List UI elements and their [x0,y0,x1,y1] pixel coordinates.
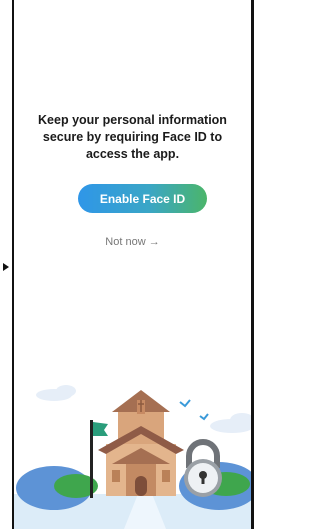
not-now-link[interactable]: Not now → [14,236,251,248]
face-id-screen: Keep your personal information secure by… [14,0,251,529]
side-arrow-icon [3,263,9,271]
cloud-icon [210,413,251,433]
flag-icon [90,420,108,498]
bird-icon [199,413,209,421]
bird-icon [179,399,191,408]
enable-face-id-button[interactable]: Enable Face ID [78,184,207,213]
face-id-message: Keep your personal information secure by… [38,113,227,161]
house-lock-illustration [14,385,251,529]
lock-icon [184,439,222,497]
cloud-icon [36,385,76,401]
device-frame-right [251,0,254,529]
